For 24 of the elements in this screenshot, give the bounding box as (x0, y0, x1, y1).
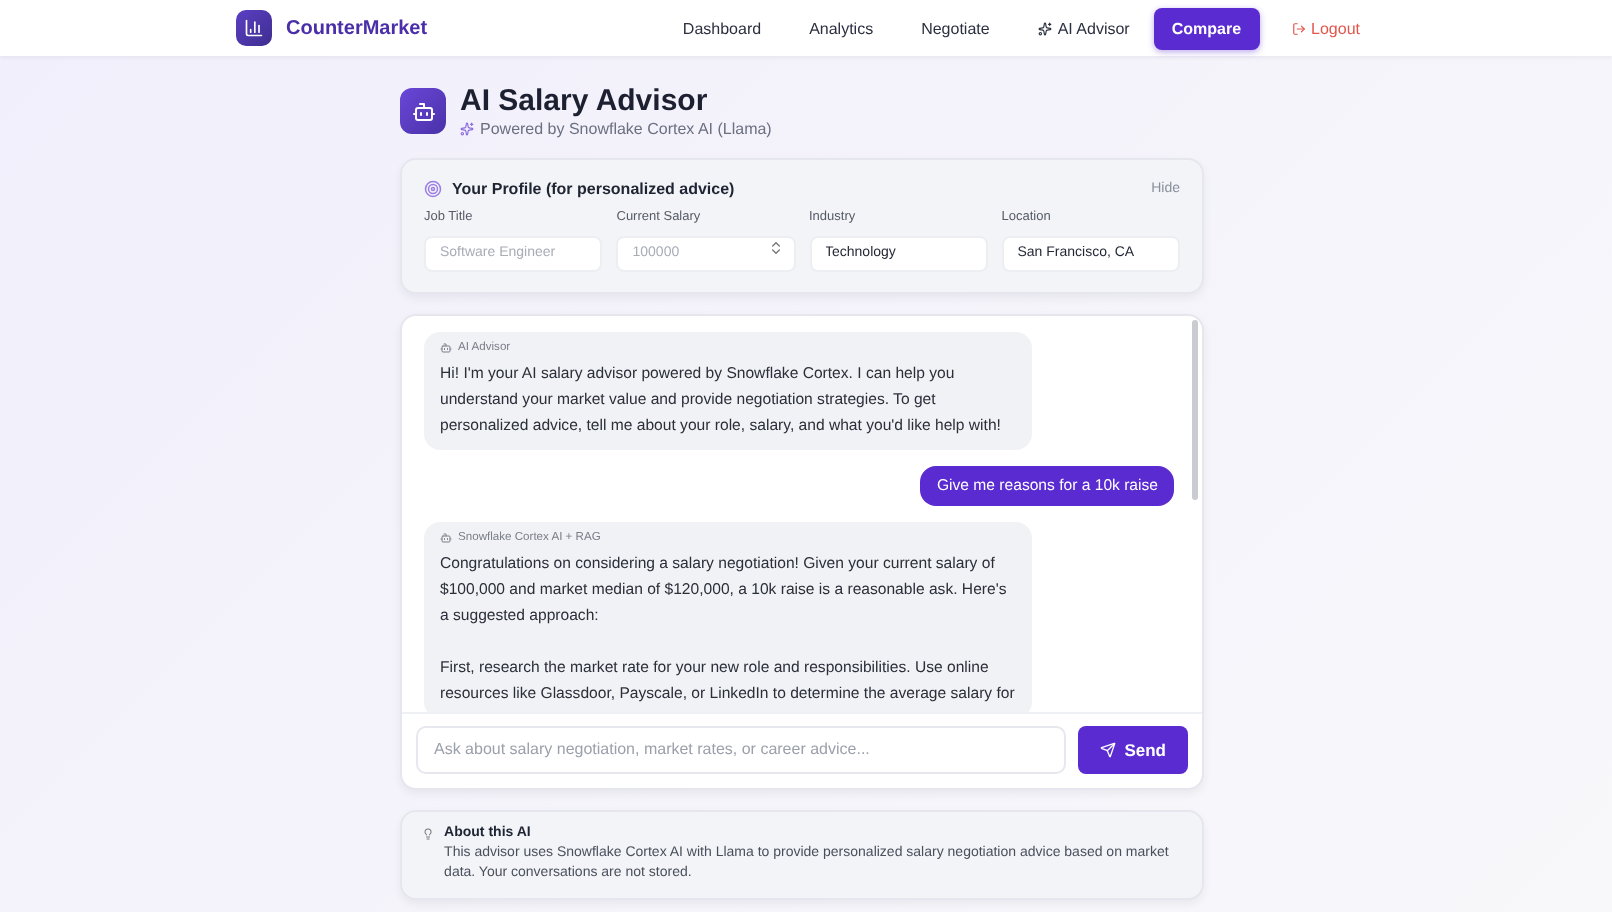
send-button[interactable]: Send (1078, 725, 1188, 773)
nav-button[interactable]: Compare (1153, 7, 1260, 49)
nav-link[interactable]: Dashboard (666, 7, 778, 49)
sparkle-icon (460, 122, 474, 136)
card-title: Your Profile (for personalized advice) (452, 180, 735, 198)
bot-icon (400, 88, 446, 134)
nav-link[interactable]: Analytics (793, 7, 890, 49)
target-icon (424, 180, 442, 198)
nav-link[interactable]: Negotiate (905, 7, 1006, 49)
page-subtitle: Powered by Snowflake Cortex AI (Llama) (480, 120, 772, 138)
logout-icon (1291, 21, 1306, 35)
nav-link[interactable]: AI Advisor (1021, 7, 1146, 49)
stepper-icon[interactable] (767, 240, 783, 256)
bot-icon (440, 531, 452, 543)
message-input[interactable]: Ask about salary negotiation, market rates, or career advice... (416, 725, 1067, 773)
brand-name[interactable]: CounterMarket (286, 17, 428, 39)
send-icon (1100, 741, 1117, 757)
page-title: AI Salary Advisor (460, 84, 710, 118)
sparkle-icon (1037, 21, 1052, 35)
logout-link[interactable]: Logout (1275, 7, 1376, 49)
logo-icon[interactable] (236, 10, 272, 46)
scrollbar[interactable] (1192, 319, 1198, 499)
bot-icon (440, 341, 452, 353)
lightbulb-icon (422, 825, 435, 841)
